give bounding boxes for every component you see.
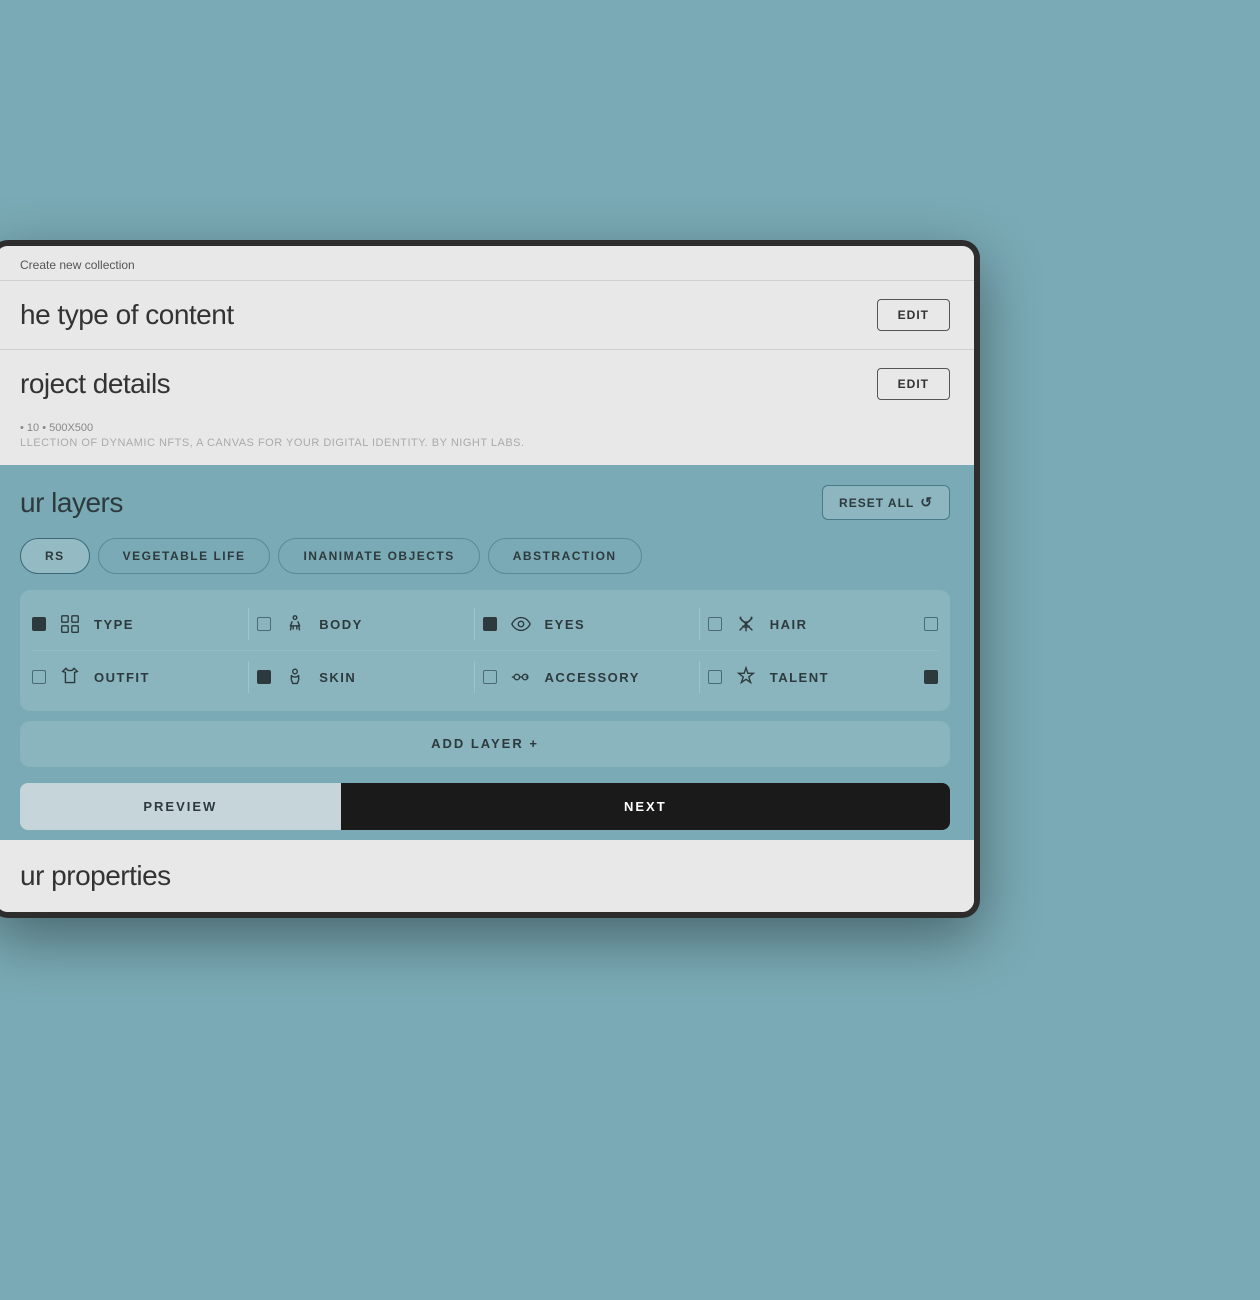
outfit-label: OUTFIT: [94, 670, 150, 685]
reset-all-button[interactable]: RESET ALL ↺: [822, 485, 950, 520]
talent-extra-checkbox[interactable]: [924, 670, 938, 684]
project-details-row: roject details EDIT: [0, 349, 974, 418]
layer-row-2: OUTFIT SKIN: [32, 651, 938, 703]
body-label: BODY: [319, 617, 363, 632]
reset-all-label: RESET ALL: [839, 496, 914, 510]
skin-checkbox[interactable]: [257, 670, 271, 684]
layer-cell-talent: TALENT: [708, 663, 916, 691]
bottom-nav: PREVIEW NEXT: [20, 783, 950, 830]
body-icon: [281, 610, 309, 638]
tab-characters[interactable]: RS: [20, 538, 90, 574]
layer-cell-type: TYPE: [32, 610, 240, 638]
content-type-title: he type of content: [20, 299, 234, 331]
eyes-checkbox[interactable]: [483, 617, 497, 631]
layer-cell-outfit: OUTFIT: [32, 663, 240, 691]
type-checkbox[interactable]: [32, 617, 46, 631]
content-type-row: he type of content EDIT: [0, 280, 974, 349]
hair-checkbox[interactable]: [708, 617, 722, 631]
add-layer-label: ADD LAYER +: [431, 736, 539, 751]
project-details-edit-button[interactable]: EDIT: [877, 368, 950, 400]
bottom-section: ur properties: [0, 840, 974, 912]
talent-checkbox[interactable]: [708, 670, 722, 684]
divider: [474, 661, 475, 693]
layer-cell-accessory: ACCESSORY: [483, 663, 691, 691]
add-layer-button[interactable]: ADD LAYER +: [20, 721, 950, 767]
divider: [474, 608, 475, 640]
layers-title: ur layers: [20, 487, 123, 519]
skin-icon: [281, 663, 309, 691]
outfit-checkbox[interactable]: [32, 670, 46, 684]
layer-cell-eyes: EYES: [483, 610, 691, 638]
reset-icon: ↺: [920, 494, 933, 511]
layer-cell-hair: HAIR: [708, 610, 916, 638]
divider: [248, 661, 249, 693]
divider: [699, 608, 700, 640]
divider: [248, 608, 249, 640]
next-button[interactable]: NEXT: [341, 783, 950, 830]
content-type-edit-button[interactable]: EDIT: [877, 299, 950, 331]
device-screen: Create new collection he type of content…: [0, 246, 974, 912]
breadcrumb-label: Create new collection: [20, 258, 135, 272]
eyes-icon: [507, 610, 535, 638]
accessory-icon: [507, 663, 535, 691]
eyes-label: EYES: [545, 617, 586, 632]
divider: [699, 661, 700, 693]
body-checkbox[interactable]: [257, 617, 271, 631]
accessory-checkbox[interactable]: [483, 670, 497, 684]
type-label: TYPE: [94, 617, 134, 632]
project-meta: • 10 • 500X500 LLECTION OF DYNAMIC NFTS,…: [0, 418, 974, 465]
device-frame: Create new collection he type of content…: [0, 240, 980, 918]
layer-cell-body: BODY: [257, 610, 465, 638]
hair-extra-checkbox[interactable]: [924, 617, 938, 631]
layer-cell-skin: SKIN: [257, 663, 465, 691]
project-meta-size: • 10 • 500X500: [20, 422, 950, 434]
layer-row-1: TYPE BODY: [32, 598, 938, 651]
preview-button[interactable]: PREVIEW: [20, 783, 341, 830]
layers-section: ur layers RESET ALL ↺ RS VEGETABLE LIFE …: [0, 465, 974, 840]
accessory-label: ACCESSORY: [545, 670, 640, 685]
talent-icon: [732, 663, 760, 691]
type-icon: [56, 610, 84, 638]
tab-inanimate-objects[interactable]: INANIMATE OBJECTS: [278, 538, 479, 574]
hair-label: HAIR: [770, 617, 808, 632]
layers-header: ur layers RESET ALL ↺: [20, 485, 950, 520]
tabs-row: RS VEGETABLE LIFE INANIMATE OBJECTS ABST…: [20, 538, 950, 574]
skin-label: SKIN: [319, 670, 356, 685]
top-section: Create new collection he type of content…: [0, 246, 974, 465]
tab-abstraction[interactable]: ABSTRACTION: [488, 538, 642, 574]
project-details-title: roject details: [20, 368, 170, 400]
ur-properties-title: ur properties: [20, 860, 950, 892]
outfit-icon: [56, 663, 84, 691]
layers-grid: TYPE BODY: [20, 590, 950, 711]
project-description: LLECTION OF DYNAMIC NFTS, A CANVAS FOR Y…: [20, 437, 950, 449]
talent-label: TALENT: [770, 670, 829, 685]
hair-icon: [732, 610, 760, 638]
breadcrumb: Create new collection: [0, 246, 974, 280]
tab-vegetable-life[interactable]: VEGETABLE LIFE: [98, 538, 271, 574]
